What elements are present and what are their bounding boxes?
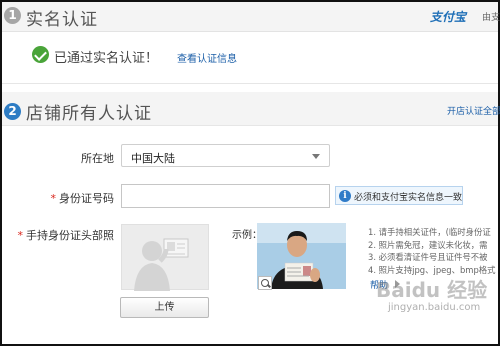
location-select[interactable]: 中国大陆 [121, 144, 330, 167]
photo-label-text: 手持身份证头部照 [26, 229, 114, 242]
watermark-url: jingyan.baidu.com [388, 302, 481, 313]
instructions-list: 1. 请手持相关证件，(临时身份证 2. 照片需免冠，建议未化妆，需 3. 必须… [368, 226, 496, 276]
step-badge-1: 1 [4, 7, 21, 24]
info-icon: i [339, 190, 351, 202]
watermark-text: Baidu 经验 [376, 278, 488, 302]
section2-title: 店铺所有人认证 [26, 104, 152, 124]
id-number-label: * 身份证号码 [30, 190, 115, 206]
alipay-logo: 支付宝 [430, 10, 467, 24]
zoom-icon[interactable] [258, 276, 272, 290]
location-label: 所在地 [81, 152, 114, 165]
required-asterisk: * [17, 229, 24, 242]
view-verification-link[interactable]: 查看认证信息 [177, 50, 237, 65]
id-tip-text: 必须和支付宝实名信息一致 [354, 193, 463, 203]
location-select-value: 中国大陆 [131, 152, 175, 165]
check-circle-icon [32, 46, 49, 63]
baidu-watermark: Baidu 经验 [376, 274, 487, 303]
logo-suffix-text: 由支 [482, 13, 500, 23]
instruction-item: 1. 请手持相关证件，(临时身份证 [368, 227, 491, 237]
instruction-item: 3. 必须看清证件号且证件号不被 [368, 252, 488, 263]
section1-title: 实名认证 [26, 10, 98, 30]
verified-status-text: 已通过实名认证！ [54, 51, 159, 66]
chevron-down-icon [312, 154, 320, 159]
step-badge-2: 2 [4, 103, 21, 120]
person-with-card-icon [134, 238, 189, 291]
id-number-label-text: 身份证号码 [59, 192, 114, 205]
open-shop-verify-link[interactable]: 开店认证全部 [447, 104, 500, 117]
required-asterisk: * [50, 192, 57, 205]
photo-label: * 手持身份证头部照 [14, 227, 115, 243]
id-number-input[interactable] [121, 184, 330, 208]
id-tip-box: i 必须和支付宝实名信息一致 [335, 186, 463, 205]
id-photo-placeholder [121, 224, 209, 291]
instruction-item: 2. 照片需免冠，建议未化妆，需 [368, 239, 488, 250]
section-divider [2, 83, 498, 84]
upload-button[interactable]: 上传 [120, 297, 209, 318]
